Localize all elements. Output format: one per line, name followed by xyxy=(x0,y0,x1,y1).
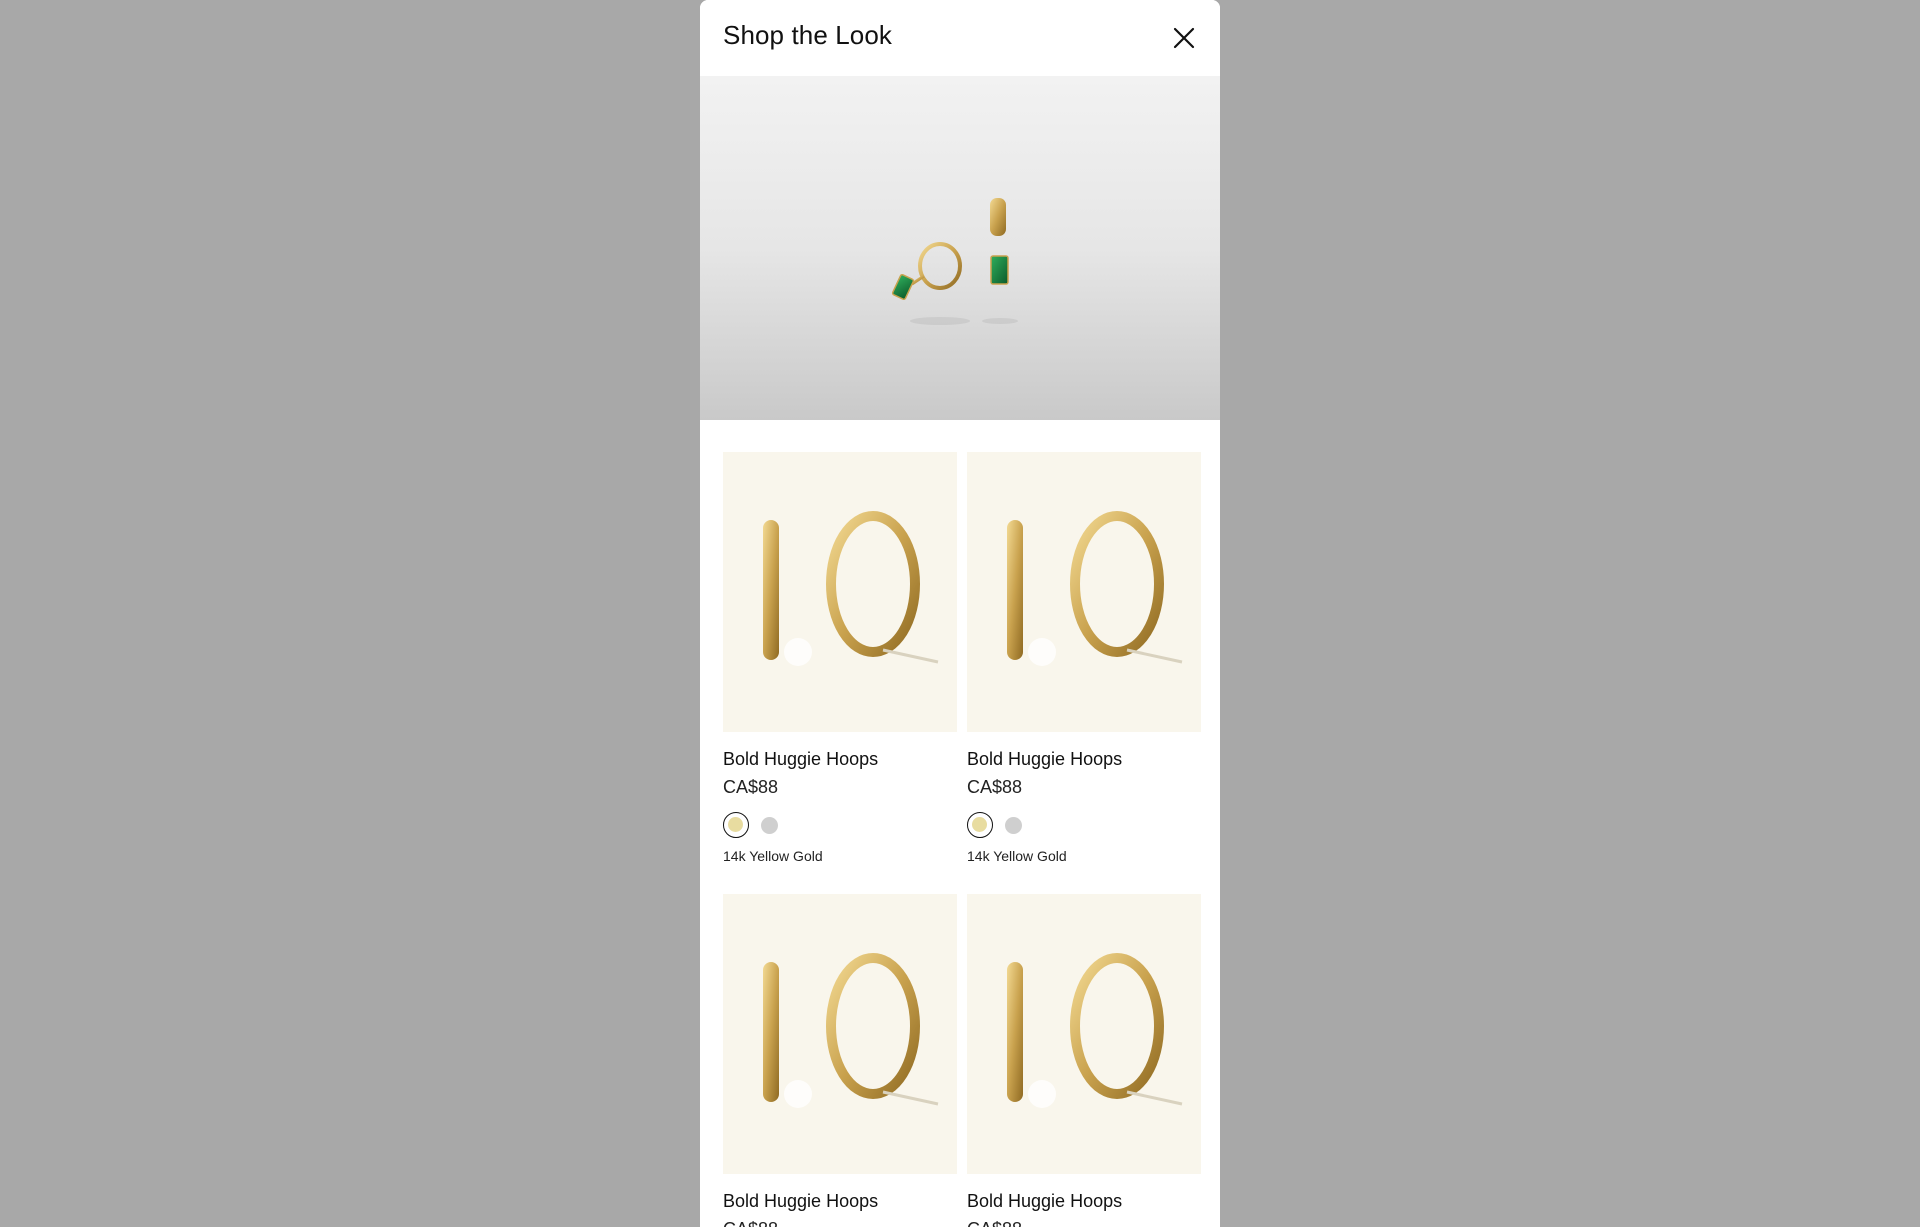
product-price: CA$88 xyxy=(723,777,779,797)
variant-label: 14k Yellow Gold xyxy=(723,848,823,864)
product-name[interactable]: Bold Huggie Hoops xyxy=(723,748,957,770)
product-price: CA$88 xyxy=(967,1218,1201,1227)
huggie-hoops-image xyxy=(1007,511,1183,666)
close-icon xyxy=(1173,27,1195,49)
emerald-drop-earrings-image xyxy=(891,198,1018,325)
shop-the-look-modal: Shop the Look Bold Huggie Hoops CA$88 14… xyxy=(700,0,1220,1227)
product-card[interactable]: Bold Huggie Hoops CA$88 14k Yellow Gold xyxy=(723,452,957,864)
color-swatches xyxy=(723,812,957,840)
swatch-silver[interactable] xyxy=(1005,817,1022,834)
swatch-yellow-gold[interactable] xyxy=(723,812,749,838)
product-name[interactable]: Bold Huggie Hoops xyxy=(723,1190,957,1212)
hero-image xyxy=(700,76,1220,420)
product-image[interactable] xyxy=(723,452,957,732)
swatch-silver[interactable] xyxy=(761,817,778,834)
modal-title: Shop the Look xyxy=(723,20,892,50)
product-name[interactable]: Bold Huggie Hoops xyxy=(967,1190,1201,1212)
modal-header: Shop the Look xyxy=(700,0,1220,76)
swatch-yellow-gold[interactable] xyxy=(967,812,993,838)
huggie-hoops-image xyxy=(763,511,939,666)
product-image[interactable] xyxy=(967,452,1201,732)
product-name[interactable]: Bold Huggie Hoops xyxy=(967,748,1201,770)
color-swatches xyxy=(967,812,1201,840)
product-card[interactable]: Bold Huggie Hoops CA$88 14k Yellow Gold xyxy=(967,452,1201,864)
product-price: CA$88 xyxy=(723,1218,957,1227)
close-button[interactable] xyxy=(1168,22,1200,54)
product-image[interactable] xyxy=(723,894,957,1174)
product-price: CA$88 xyxy=(967,777,1023,797)
huggie-hoops-image xyxy=(1007,953,1183,1108)
variant-label: 14k Yellow Gold xyxy=(967,848,1067,864)
product-image[interactable] xyxy=(967,894,1201,1174)
product-card[interactable]: Bold Huggie Hoops CA$88 xyxy=(967,894,1201,1227)
huggie-hoops-image xyxy=(763,953,939,1108)
product-card[interactable]: Bold Huggie Hoops CA$88 xyxy=(723,894,957,1227)
